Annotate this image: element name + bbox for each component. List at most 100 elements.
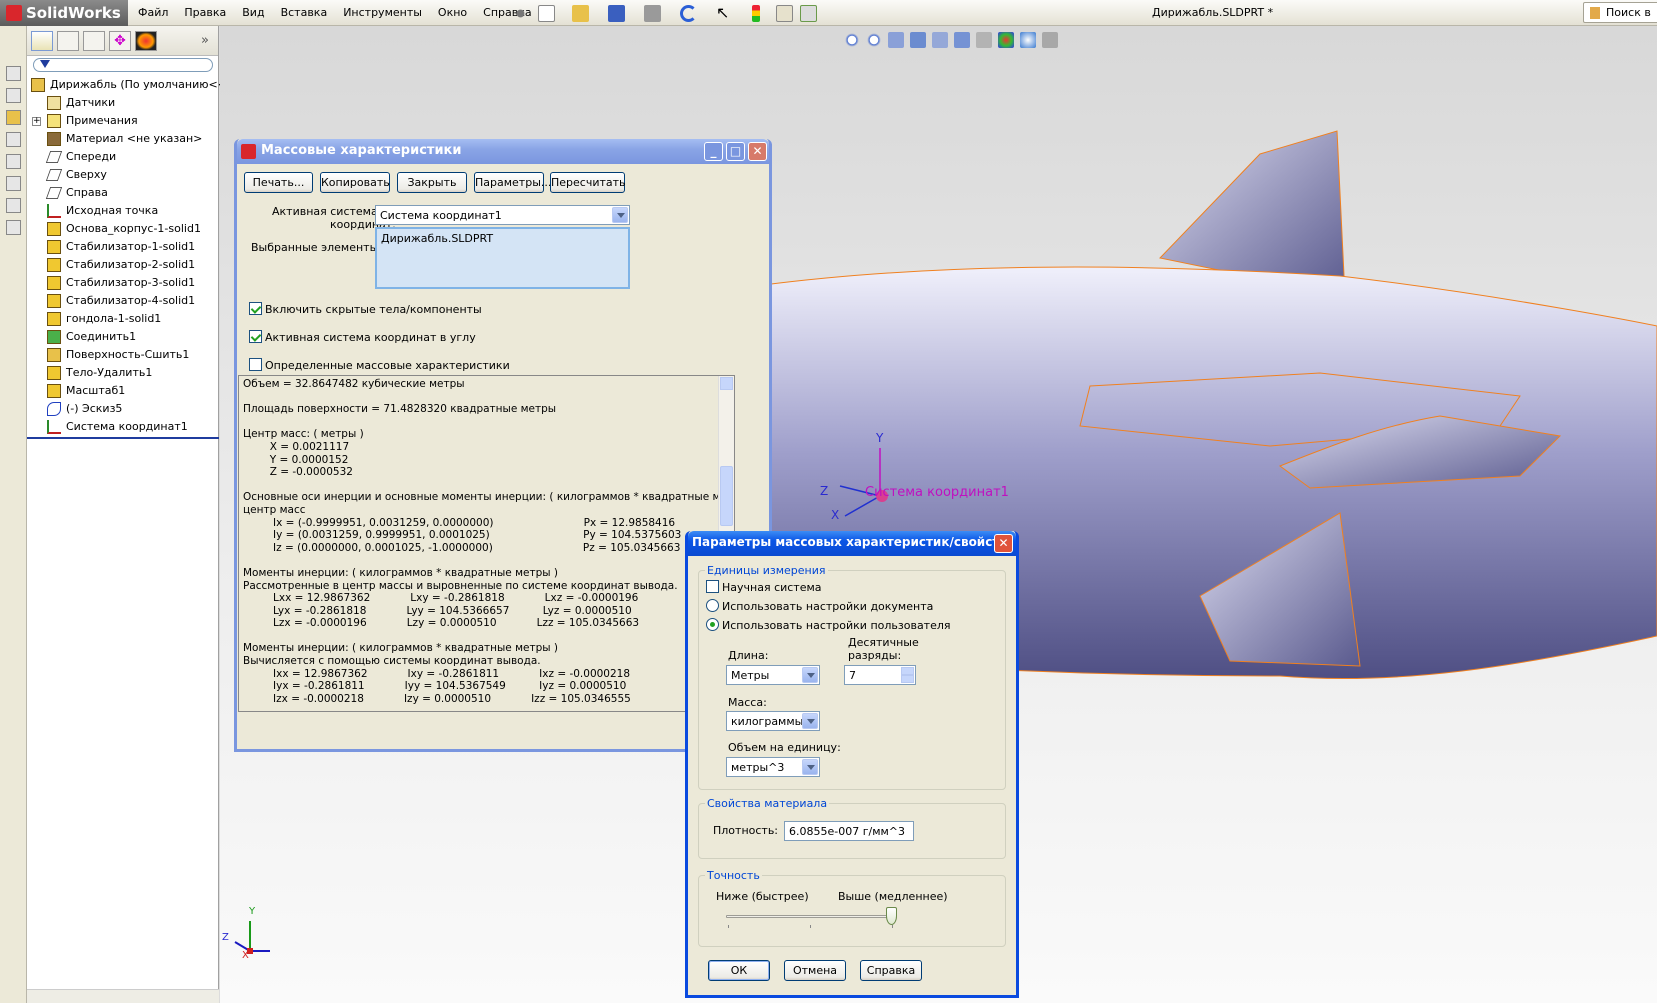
property-manager-tab-icon[interactable] bbox=[57, 31, 79, 51]
print-icon[interactable] bbox=[644, 5, 661, 22]
volume-select[interactable]: метры^3 bbox=[726, 757, 820, 777]
expand-plus-icon[interactable]: + bbox=[32, 117, 41, 126]
chevron-down-icon[interactable] bbox=[612, 207, 628, 223]
open-icon[interactable] bbox=[572, 5, 589, 22]
chevron-down-icon[interactable] bbox=[802, 759, 818, 775]
minimize-button[interactable]: _ bbox=[704, 142, 723, 161]
options-button[interactable]: Параметры... bbox=[474, 172, 551, 193]
recalculate-button[interactable]: Пересчитать bbox=[550, 172, 626, 193]
zoom-to-fit-icon[interactable] bbox=[844, 32, 860, 48]
tree-item[interactable]: Основа_корпус-1-solid1 bbox=[27, 220, 219, 238]
density-input[interactable]: 6.0855e-007 г/мм^3 bbox=[784, 821, 914, 841]
tree-item[interactable]: Материал <не указан> bbox=[27, 130, 219, 148]
feature-tree-hscrollbar[interactable] bbox=[27, 989, 219, 1003]
scroll-up-icon[interactable] bbox=[720, 377, 733, 390]
tree-item[interactable]: Масштаб1 bbox=[27, 382, 219, 400]
cancel-button[interactable]: Отмена bbox=[784, 960, 846, 981]
menu-window[interactable]: Окно bbox=[438, 6, 467, 19]
zoom-to-area-icon[interactable] bbox=[866, 32, 882, 48]
menu-edit[interactable]: Правка bbox=[184, 6, 226, 19]
tree-item[interactable]: Сверху bbox=[27, 166, 219, 184]
close-button[interactable]: ✕ bbox=[994, 534, 1013, 553]
section-view-icon[interactable] bbox=[910, 32, 926, 48]
chevron-down-icon[interactable] bbox=[802, 667, 818, 683]
tree-item[interactable]: Спереди bbox=[27, 148, 219, 166]
coord-in-corner-checkbox[interactable] bbox=[249, 330, 262, 343]
tree-item[interactable]: гондола-1-solid1 bbox=[27, 310, 219, 328]
fillet-icon[interactable] bbox=[6, 154, 21, 169]
mass-select[interactable]: килограммы bbox=[726, 711, 820, 731]
maximize-button[interactable]: □ bbox=[726, 142, 745, 161]
scroll-thumb[interactable] bbox=[720, 466, 733, 526]
search-box[interactable]: Поиск в bbox=[1583, 2, 1657, 23]
help-button[interactable]: Справка bbox=[860, 960, 922, 981]
undo-icon[interactable] bbox=[680, 5, 697, 22]
mass-properties-titlebar[interactable]: Массовые характеристики _ □ ✕ bbox=[237, 139, 769, 164]
expand-panel-icon[interactable]: » bbox=[201, 33, 209, 48]
menu-insert[interactable]: Вставка bbox=[281, 6, 328, 19]
spin-down-icon[interactable] bbox=[901, 675, 914, 683]
tree-item[interactable]: Исходная точка bbox=[27, 202, 219, 220]
options-icon[interactable] bbox=[776, 5, 793, 22]
decimals-stepper[interactable]: 7 bbox=[844, 665, 916, 685]
sketch-tool-icon[interactable] bbox=[6, 66, 21, 81]
view-orientation-icon[interactable] bbox=[932, 32, 948, 48]
feature-tree-tab-icon[interactable] bbox=[31, 31, 53, 51]
spin-up-icon[interactable] bbox=[901, 667, 914, 675]
rollback-bar[interactable] bbox=[27, 437, 219, 439]
tree-item[interactable]: Датчики bbox=[27, 94, 219, 112]
use-user-radio[interactable] bbox=[706, 618, 719, 631]
smart-dimension-icon[interactable] bbox=[6, 88, 21, 103]
tree-item[interactable]: Стабилизатор-1-solid1 bbox=[27, 238, 219, 256]
menu-view[interactable]: Вид bbox=[242, 6, 264, 19]
rebuild-icon[interactable] bbox=[752, 5, 760, 22]
selected-items-list[interactable]: Дирижабль.SLDPRT bbox=[375, 227, 630, 289]
mass-results-text[interactable]: Объем = 32.8647482 кубические метры Площ… bbox=[238, 375, 735, 712]
chevron-down-icon[interactable] bbox=[802, 713, 818, 729]
tree-item[interactable]: Тело-Удалить1 bbox=[27, 364, 219, 382]
tree-item[interactable]: Система координат1 bbox=[27, 418, 219, 436]
include-hidden-checkbox[interactable] bbox=[249, 302, 262, 315]
tree-item[interactable]: + Примечания bbox=[27, 112, 219, 130]
menu-file[interactable]: Файл bbox=[138, 6, 168, 19]
feature-filter-input[interactable] bbox=[33, 58, 213, 72]
copy-button[interactable]: Копировать bbox=[320, 172, 390, 193]
save-icon[interactable] bbox=[608, 5, 625, 22]
tree-item[interactable]: Соединить1 bbox=[27, 328, 219, 346]
tree-item[interactable]: Стабилизатор-3-solid1 bbox=[27, 274, 219, 292]
display-manager-tab-icon[interactable] bbox=[135, 31, 157, 51]
use-document-radio[interactable] bbox=[706, 599, 719, 612]
previous-view-icon[interactable] bbox=[888, 32, 904, 48]
apply-scene-icon[interactable] bbox=[1020, 32, 1036, 48]
configuration-manager-tab-icon[interactable] bbox=[83, 31, 105, 51]
length-select[interactable]: Метры bbox=[726, 665, 820, 685]
display-style-icon[interactable] bbox=[954, 32, 970, 48]
coord-system-select[interactable]: Система координат1 bbox=[375, 205, 630, 225]
tree-item[interactable]: Дирижабль (По умолчанию<<По bbox=[27, 76, 242, 94]
accuracy-slider[interactable] bbox=[726, 915, 896, 918]
ok-button[interactable]: ОК bbox=[708, 960, 770, 981]
tree-item[interactable]: Справа bbox=[27, 184, 219, 202]
revolve-icon[interactable] bbox=[6, 132, 21, 147]
menu-tools[interactable]: Инструменты bbox=[343, 6, 422, 19]
accuracy-slider-thumb[interactable] bbox=[886, 907, 897, 925]
file-properties-icon[interactable] bbox=[800, 5, 817, 22]
select-arrow-icon[interactable]: ↖ bbox=[716, 5, 733, 22]
scientific-checkbox[interactable] bbox=[706, 580, 719, 593]
dimxpert-tab-icon[interactable]: ✥ bbox=[109, 31, 131, 51]
tree-item[interactable]: Поверхность-Сшить1 bbox=[27, 346, 219, 364]
print-button[interactable]: Печать... bbox=[244, 172, 313, 193]
close-dialog-button[interactable]: Закрыть bbox=[397, 172, 467, 193]
tree-item[interactable]: Стабилизатор-2-solid1 bbox=[27, 256, 219, 274]
view-settings-icon[interactable] bbox=[1042, 32, 1058, 48]
close-button[interactable]: ✕ bbox=[748, 142, 767, 161]
mass-options-titlebar[interactable]: Параметры массовых характеристик/свойст.… bbox=[688, 531, 1016, 556]
reference-geometry-icon[interactable] bbox=[6, 220, 21, 235]
pin-icon[interactable] bbox=[512, 5, 529, 22]
new-document-icon[interactable] bbox=[538, 5, 555, 22]
hide-show-items-icon[interactable] bbox=[976, 32, 992, 48]
tree-item[interactable]: (-) Эскиз5 bbox=[27, 400, 219, 418]
tree-item[interactable]: Стабилизатор-4-solid1 bbox=[27, 292, 219, 310]
pattern-icon[interactable] bbox=[6, 176, 21, 191]
override-mass-checkbox[interactable] bbox=[249, 358, 262, 371]
